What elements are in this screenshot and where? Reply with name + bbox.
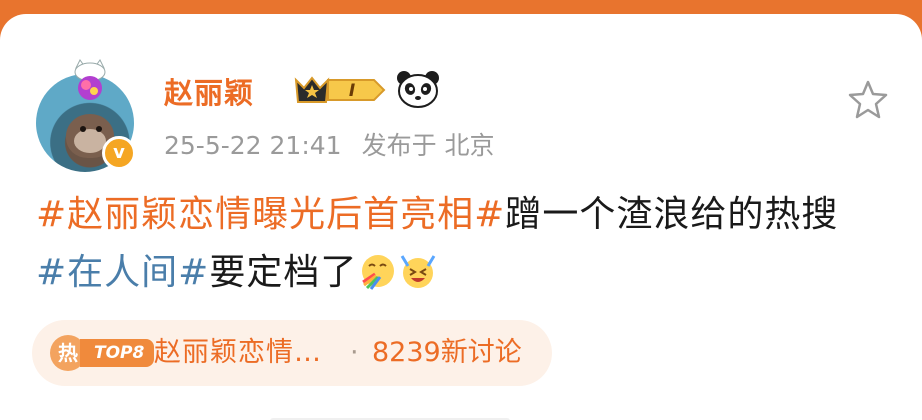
post-timestamp: 25-5-22 21:41 (164, 131, 342, 160)
crown-level-icon[interactable]: I (290, 74, 386, 106)
rank-badge: TOP8 (80, 339, 155, 367)
post-text: 蹭一个渣浪给的热搜 (505, 194, 839, 235)
star-outline-icon[interactable] (846, 78, 890, 122)
post-text: 要定档了 (209, 252, 358, 293)
cheering-emoji (401, 255, 436, 288)
verified-badge-icon: v (102, 136, 136, 170)
weibo-post-card: v 赵丽颖 I 25-5-22 21:41 发布于 北京 #赵丽颖恋情曝光后首亮相… (0, 14, 922, 420)
author-name[interactable]: 赵丽颖 (164, 70, 254, 112)
panda-icon (397, 71, 439, 108)
post-meta: 25-5-22 21:41 发布于 北京 (164, 126, 495, 162)
topic-title: 赵丽颖恋情… (154, 337, 322, 368)
hot-topic-chip[interactable]: 热 TOP8 赵丽颖恋情… · 8239新讨论 (32, 320, 552, 386)
discussion-count: 8239新讨论 (372, 337, 522, 368)
rainbow-vomit-emoji (362, 255, 395, 290)
avatar[interactable]: v (36, 58, 140, 172)
level-badge-text: I (349, 81, 355, 101)
post-body: #赵丽颖恋情曝光后首亮相#蹭一个渣浪给的热搜 #在人间#要定档了 (36, 186, 896, 302)
cat-pendant-icon (74, 59, 106, 100)
topic-separator: · (350, 337, 359, 368)
hashtag-link[interactable]: #在人间# (36, 252, 209, 293)
post-source: 发布于 北京 (361, 131, 495, 160)
hashtag-link[interactable]: #赵丽颖恋情曝光后首亮相# (36, 194, 505, 235)
